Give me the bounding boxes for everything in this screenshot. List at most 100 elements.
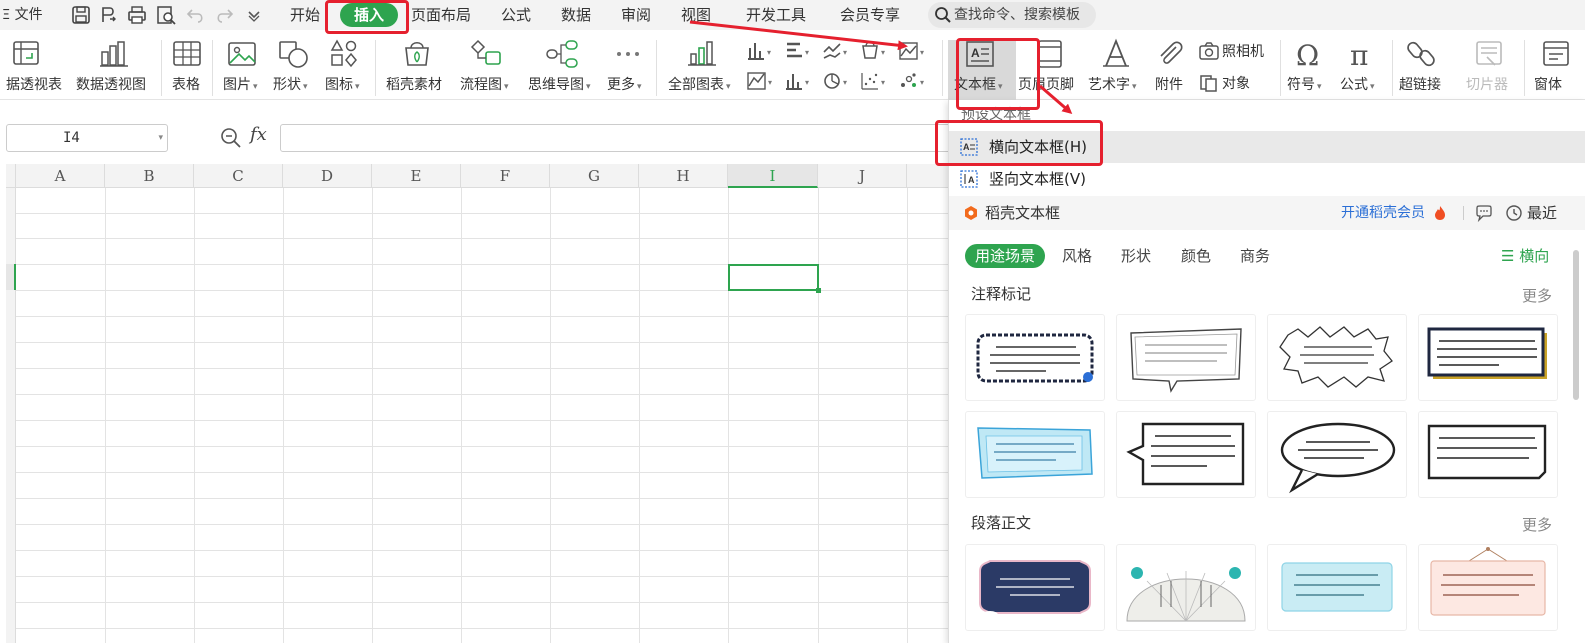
line-chart-icon[interactable]: ▾ bbox=[822, 40, 852, 62]
chevron-down-icon[interactable]: ▾ bbox=[158, 125, 163, 151]
export-pdf-icon[interactable] bbox=[98, 4, 120, 26]
select-all-corner[interactable] bbox=[6, 164, 16, 188]
command-search[interactable]: 查找命令、搜索模板 bbox=[928, 2, 1096, 28]
column-header-b[interactable]: B bbox=[105, 164, 194, 188]
more-annotation-link[interactable]: 更多 bbox=[1522, 285, 1552, 306]
tab-formulas[interactable]: 公式 bbox=[501, 0, 531, 30]
material-button[interactable]: 稻壳素材 bbox=[386, 30, 448, 100]
undo-icon[interactable] bbox=[185, 4, 207, 26]
formula-input[interactable] bbox=[280, 124, 960, 152]
hyperlink-label: 超链接 bbox=[1399, 77, 1441, 93]
column-header-f[interactable]: F bbox=[461, 164, 550, 188]
column-header-a[interactable]: A bbox=[16, 164, 105, 188]
area-chart-icon[interactable]: ▾ bbox=[898, 40, 928, 62]
pivot-chart-button[interactable]: 数据透视图 bbox=[74, 30, 154, 100]
customize-quick-access-icon[interactable] bbox=[243, 4, 265, 26]
pivot-chart-label: 数据透视图 bbox=[76, 77, 146, 93]
panel-scrollbar[interactable] bbox=[1573, 250, 1579, 400]
insert-function-button[interactable]: fx bbox=[250, 124, 267, 145]
annotation-box-horizontal-textbox bbox=[935, 120, 1103, 166]
row-header-strip[interactable] bbox=[6, 188, 16, 643]
print-icon[interactable] bbox=[126, 4, 148, 26]
tab-developer[interactable]: 开发工具 bbox=[746, 0, 806, 30]
save-icon[interactable] bbox=[70, 4, 92, 26]
tab-member[interactable]: 会员专享 bbox=[840, 0, 900, 30]
filter-tab-business[interactable]: 商务 bbox=[1240, 244, 1270, 268]
print-preview-icon[interactable] bbox=[155, 4, 177, 26]
template-thumbnail[interactable] bbox=[1267, 314, 1407, 401]
picture-label: 图片 ▾ bbox=[223, 77, 258, 93]
file-menu-label: 文件 bbox=[14, 7, 43, 23]
donut-chart-icon[interactable]: ▾ bbox=[822, 70, 852, 92]
filter-tab-style[interactable]: 风格 bbox=[1062, 244, 1092, 268]
table-button[interactable]: 表格 bbox=[166, 30, 208, 100]
filter-tab-color[interactable]: 颜色 bbox=[1181, 244, 1211, 268]
column-header-j[interactable]: J bbox=[818, 164, 907, 188]
slicer-icon bbox=[1471, 38, 1507, 70]
recent-button[interactable]: 最近 bbox=[1527, 196, 1557, 230]
mindmap-button[interactable]: 思维导图 ▾ bbox=[526, 30, 598, 100]
tab-review[interactable]: 审阅 bbox=[621, 0, 651, 30]
row-header-selected[interactable] bbox=[6, 264, 16, 290]
wordart-button[interactable]: 艺术字 ▾ bbox=[1088, 30, 1144, 100]
hyperlink-button[interactable]: 超链接 bbox=[1396, 30, 1450, 100]
slicer-button[interactable]: 切片器 bbox=[1462, 30, 1516, 100]
vip-link[interactable]: 开通稻壳会员 bbox=[1341, 196, 1425, 230]
more-paragraph-link[interactable]: 更多 bbox=[1522, 514, 1552, 535]
column-header-k[interactable] bbox=[907, 164, 950, 188]
gridline bbox=[16, 498, 950, 499]
column-header-c[interactable]: C bbox=[194, 164, 283, 188]
symbol-button[interactable]: Ω 符号 ▾ bbox=[1284, 30, 1334, 100]
name-box[interactable]: I4 ▾ bbox=[6, 124, 168, 152]
stock-chart-icon[interactable]: ▾ bbox=[746, 70, 776, 92]
icon-library-button[interactable]: 图标 ▾ bbox=[324, 30, 370, 100]
active-cell-i4[interactable] bbox=[728, 264, 821, 293]
chat-icon[interactable] bbox=[1475, 204, 1493, 222]
attachment-button[interactable]: 附件 bbox=[1150, 30, 1190, 100]
column-header-d[interactable]: D bbox=[283, 164, 372, 188]
more-button[interactable]: 更多 ▾ bbox=[606, 30, 650, 100]
vertical-textbox-item[interactable]: A 竖向文本框(V) bbox=[949, 163, 1585, 195]
template-thumbnail[interactable] bbox=[1418, 411, 1558, 498]
template-thumbnail[interactable] bbox=[1418, 314, 1558, 401]
object-button[interactable]: 对象 bbox=[1196, 72, 1272, 96]
scatter-chart-icon[interactable]: ▾ bbox=[860, 70, 890, 92]
formula-insert-button[interactable]: π 公式 ▾ bbox=[1338, 30, 1388, 100]
svg-text:▾: ▾ bbox=[881, 48, 885, 57]
column-header-e[interactable]: E bbox=[372, 164, 461, 188]
template-thumbnail[interactable] bbox=[965, 544, 1105, 631]
tab-view[interactable]: 视图 bbox=[681, 0, 711, 30]
tab-home[interactable]: 开始 bbox=[290, 0, 320, 30]
filter-tab-shape[interactable]: 形状 bbox=[1121, 244, 1151, 268]
camera-button[interactable]: 照相机 bbox=[1196, 40, 1272, 64]
shape-button[interactable]: 形状 ▾ bbox=[272, 30, 318, 100]
column-chart-icon[interactable]: ▾ bbox=[746, 40, 776, 62]
flowchart-button[interactable]: 流程图 ▾ bbox=[458, 30, 518, 100]
file-menu[interactable]: Ξ 文件 bbox=[2, 0, 43, 30]
template-thumbnail[interactable] bbox=[965, 314, 1105, 401]
template-thumbnail[interactable] bbox=[1116, 314, 1256, 401]
bar-chart-icon[interactable]: ▾ bbox=[784, 40, 814, 62]
redo-icon[interactable] bbox=[213, 4, 235, 26]
template-thumbnail[interactable] bbox=[1116, 544, 1256, 631]
pivot-table-button[interactable]: 据透视表 bbox=[0, 30, 70, 100]
zoom-icon[interactable] bbox=[220, 127, 242, 149]
template-thumbnail[interactable] bbox=[1116, 411, 1256, 498]
tab-page-layout[interactable]: 页面布局 bbox=[411, 0, 471, 30]
tab-data[interactable]: 数据 bbox=[561, 0, 591, 30]
column-header-g[interactable]: G bbox=[550, 164, 639, 188]
combo-chart-icon[interactable]: ▾ bbox=[784, 70, 814, 92]
window-form-button[interactable]: 窗体 bbox=[1528, 30, 1585, 100]
filter-tab-scenario[interactable]: 用途场景 bbox=[965, 244, 1046, 268]
column-header-h[interactable]: H bbox=[639, 164, 728, 188]
bubble-chart-icon[interactable]: ▾ bbox=[898, 70, 928, 92]
orientation-toggle[interactable]: ☰ 横向 bbox=[1501, 244, 1549, 268]
template-thumbnail[interactable] bbox=[965, 411, 1105, 498]
all-charts-button[interactable]: 全部图表 ▾ bbox=[666, 30, 740, 100]
template-thumbnail[interactable] bbox=[1418, 544, 1558, 631]
pie-chart-icon[interactable]: ▾ bbox=[860, 40, 890, 62]
template-thumbnail[interactable] bbox=[1267, 544, 1407, 631]
column-header-i[interactable]: I bbox=[728, 164, 818, 188]
picture-button[interactable]: 图片 ▾ bbox=[220, 30, 266, 100]
template-thumbnail[interactable] bbox=[1267, 411, 1407, 498]
